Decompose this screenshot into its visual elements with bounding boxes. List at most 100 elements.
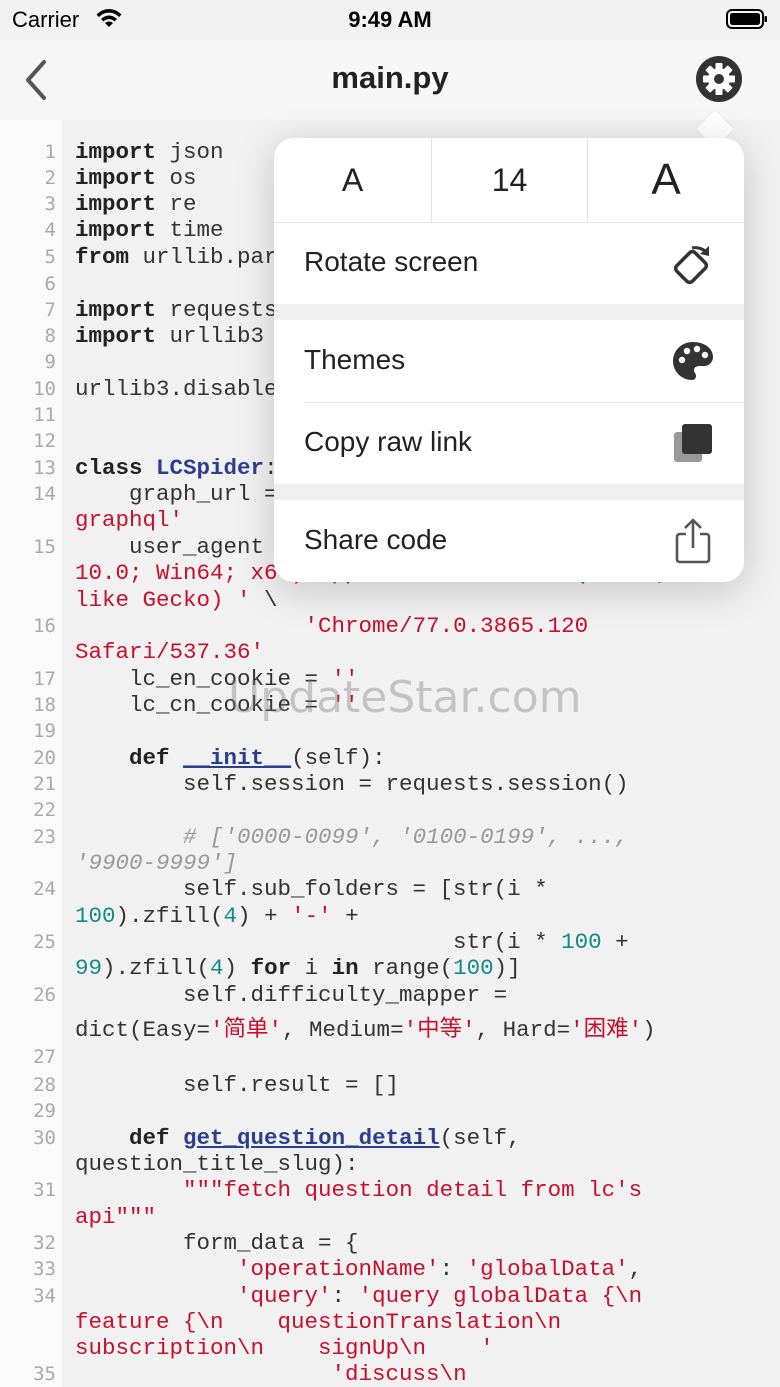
code-token: '中等' bbox=[403, 1017, 476, 1043]
code-text: self.difficulty_mapper = bbox=[75, 982, 770, 1008]
status-bar: Carrier 9:49 AM bbox=[0, 0, 780, 40]
code-token: like Gecko) ' bbox=[75, 587, 251, 613]
code-token: \ bbox=[250, 587, 278, 613]
code-line: 30 def get_question_detail(self, bbox=[0, 1125, 780, 1151]
code-line: 28 self.result = [] bbox=[0, 1072, 780, 1098]
settings-button[interactable] bbox=[696, 56, 742, 102]
code-line: Safari/537.36' bbox=[0, 639, 780, 665]
line-number: 11 bbox=[33, 404, 56, 426]
code-token: '简单' bbox=[210, 1017, 283, 1043]
line-number: 35 bbox=[33, 1363, 56, 1385]
line-number: 4 bbox=[44, 219, 56, 241]
line-number: 22 bbox=[33, 799, 56, 821]
code-text: self.result = [] bbox=[75, 1072, 770, 1098]
line-number: 3 bbox=[44, 193, 56, 215]
code-text: feature {\n questionTranslation\n bbox=[75, 1309, 770, 1335]
line-number: 1 bbox=[44, 141, 56, 163]
line-number: 15 bbox=[33, 536, 56, 558]
code-token: (self, bbox=[439, 1125, 521, 1151]
code-token: # ['0000-0099', '0100-0199', ..., bbox=[183, 824, 629, 850]
section-separator bbox=[274, 484, 744, 500]
code-text: """fetch question detail from lc's bbox=[75, 1177, 770, 1203]
code-text: self.sub_folders = [str(i * bbox=[75, 876, 770, 902]
code-text: 'query': 'query globalData {\n bbox=[75, 1283, 770, 1309]
code-text: 'operationName': 'globalData', bbox=[75, 1256, 770, 1282]
battery-icon bbox=[726, 9, 767, 29]
code-text: str(i * 100 + bbox=[75, 929, 770, 955]
code-token: )] bbox=[493, 955, 521, 981]
code-token: import bbox=[75, 191, 157, 217]
code-token: get_question_detail bbox=[183, 1125, 440, 1151]
line-number: 6 bbox=[44, 273, 56, 295]
code-line: 29 bbox=[0, 1098, 780, 1124]
code-token: i bbox=[291, 955, 332, 981]
code-line: 35 'discuss\n bbox=[0, 1361, 780, 1387]
themes-item[interactable]: Themes bbox=[274, 320, 744, 402]
line-number: 23 bbox=[33, 826, 56, 848]
line-number: 21 bbox=[33, 773, 56, 795]
page-title: main.py bbox=[331, 60, 449, 95]
line-number: 16 bbox=[33, 615, 56, 637]
code-token: self.sub_folders = [str(i * bbox=[75, 876, 548, 902]
code-token: json bbox=[156, 139, 224, 165]
code-token: subscription\n signUp\n ' bbox=[75, 1335, 494, 1361]
navigation-bar: main.py bbox=[0, 40, 780, 120]
code-token: ).zfill( bbox=[115, 903, 224, 929]
code-text: def get_question_detail(self, bbox=[75, 1125, 770, 1151]
copy-icon bbox=[674, 424, 712, 462]
watermark: UpdateStar.com bbox=[228, 672, 582, 723]
code-text: Safari/537.36' bbox=[75, 639, 770, 665]
code-token: 'query' bbox=[237, 1283, 332, 1309]
code-token: def bbox=[129, 745, 170, 771]
code-token: import bbox=[75, 217, 157, 243]
code-text: subscription\n signUp\n ' bbox=[75, 1335, 770, 1361]
code-token: import bbox=[75, 323, 157, 349]
code-text: def __init__(self): bbox=[75, 745, 770, 771]
increase-font-button[interactable]: A bbox=[588, 138, 744, 222]
menu-item-label: Themes bbox=[304, 344, 406, 375]
code-text: dict(Easy='简单', Medium='中等', Hard='困难') bbox=[75, 1017, 770, 1043]
code-token: , Medium= bbox=[282, 1017, 404, 1043]
code-line: 26 self.difficulty_mapper = bbox=[0, 982, 780, 1008]
line-number: 5 bbox=[44, 246, 56, 268]
code-token: 100 bbox=[453, 955, 494, 981]
code-line: '9900-9999'] bbox=[0, 850, 780, 876]
rotate-icon bbox=[673, 246, 710, 285]
code-token: class bbox=[75, 455, 143, 481]
line-number: 27 bbox=[33, 1046, 56, 1068]
code-token: Safari/537.36' bbox=[75, 639, 265, 665]
code-line: like Gecko) ' \ bbox=[0, 587, 780, 613]
code-token: import bbox=[75, 297, 157, 323]
code-text: 100).zfill(4) + '-' + bbox=[75, 903, 770, 929]
code-token: re bbox=[156, 191, 197, 217]
code-token: '困难' bbox=[570, 1017, 643, 1043]
line-number: 7 bbox=[44, 299, 56, 321]
line-number: 2 bbox=[44, 167, 56, 189]
code-line: 23 # ['0000-0099', '0100-0199', ..., bbox=[0, 824, 780, 850]
share-code-item[interactable]: Share code bbox=[274, 500, 744, 582]
line-number: 12 bbox=[33, 430, 56, 452]
rotate-screen-item[interactable]: Rotate screen bbox=[274, 222, 744, 304]
code-token: import bbox=[75, 139, 157, 165]
code-token: from bbox=[75, 244, 130, 270]
menu-item-label: Rotate screen bbox=[304, 246, 479, 277]
code-token: time bbox=[156, 217, 224, 243]
line-number: 14 bbox=[33, 483, 56, 505]
code-text: form_data = { bbox=[75, 1230, 770, 1256]
line-number: 29 bbox=[33, 1100, 56, 1122]
line-number: 19 bbox=[33, 720, 56, 742]
code-token: 4 bbox=[223, 903, 238, 929]
settings-popover: A 14 A Rotate screen Themes Copy raw lin… bbox=[274, 138, 744, 582]
code-token: , Hard= bbox=[475, 1017, 571, 1043]
decrease-font-button[interactable]: A bbox=[274, 138, 431, 222]
line-number: 28 bbox=[33, 1074, 56, 1096]
copy-raw-link-item[interactable]: Copy raw link bbox=[274, 402, 744, 484]
code-text: self.session = requests.session() bbox=[75, 771, 770, 797]
code-token: , bbox=[628, 1256, 643, 1282]
